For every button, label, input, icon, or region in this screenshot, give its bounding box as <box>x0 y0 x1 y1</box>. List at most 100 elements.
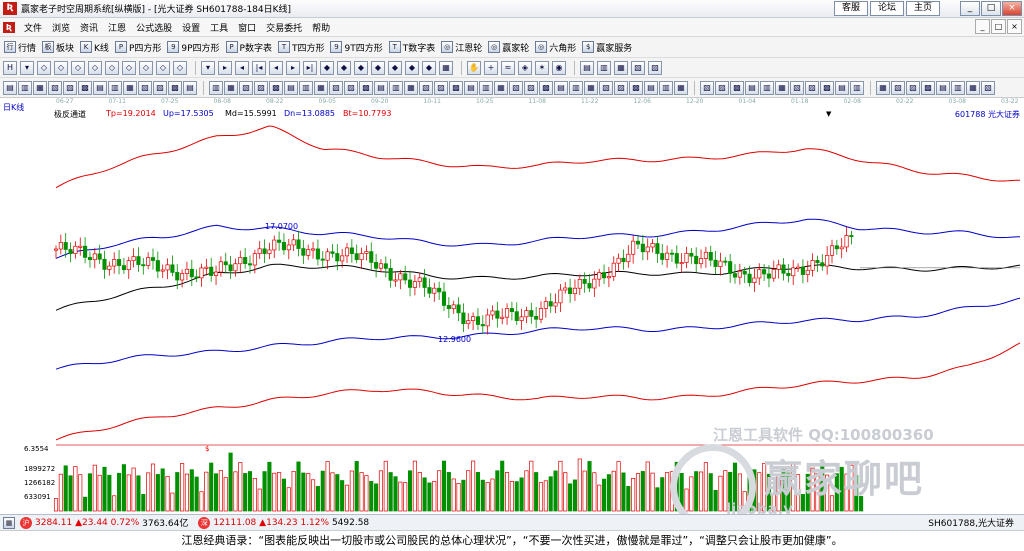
drawing-tool-icon[interactable]: ◇ <box>71 60 85 75</box>
drawing-tool-icon[interactable]: ◆ <box>371 60 385 75</box>
menu-window[interactable]: 窗口 <box>233 21 261 34</box>
tool-icon[interactable]: ▤ <box>3 80 17 95</box>
menu-settings[interactable]: 设置 <box>177 21 205 34</box>
tool-icon[interactable]: ▥ <box>18 80 32 95</box>
drawing-tool-icon[interactable]: ◉ <box>552 60 566 75</box>
tool-icon[interactable]: ▧ <box>419 80 433 95</box>
drawing-tool-icon[interactable]: ◇ <box>156 60 170 75</box>
forum-link[interactable]: 论坛 <box>870 1 904 16</box>
tool-icon[interactable]: ▨ <box>344 80 358 95</box>
tool-icon[interactable]: ▦ <box>966 80 980 95</box>
drawing-tool-icon[interactable]: ◆ <box>337 60 351 75</box>
mdi-close-button[interactable]: × <box>1007 19 1022 34</box>
tool-icon[interactable]: ▤ <box>554 80 568 95</box>
toolbar-button-0[interactable]: 行行情 <box>4 41 36 54</box>
tool-icon[interactable]: ▩ <box>539 80 553 95</box>
tool-icon[interactable]: ▦ <box>33 80 47 95</box>
menu-info[interactable]: 资讯 <box>75 21 103 34</box>
drawing-tool-icon[interactable]: ▤ <box>580 60 594 75</box>
tool-icon[interactable]: ▦ <box>674 80 688 95</box>
tool-icon[interactable]: ▥ <box>951 80 965 95</box>
tool-icon[interactable]: ▥ <box>850 80 864 95</box>
menu-tools[interactable]: 工具 <box>205 21 233 34</box>
toolbar-button-2[interactable]: K K线 <box>80 41 109 54</box>
menu-help[interactable]: 帮助 <box>307 21 335 34</box>
menu-formula[interactable]: 公式选股 <box>131 21 177 34</box>
tool-icon[interactable]: ▥ <box>299 80 313 95</box>
drawing-tool-icon[interactable]: ◇ <box>88 60 102 75</box>
drawing-tool-icon[interactable]: ◇ <box>105 60 119 75</box>
minimize-button[interactable]: _ <box>960 1 980 16</box>
toolbar-button-3[interactable]: P P四方形 <box>114 41 161 54</box>
tool-icon[interactable]: ▩ <box>820 80 834 95</box>
toolbar-button-5[interactable]: P P数字表 <box>225 41 272 54</box>
menu-browse[interactable]: 浏览 <box>47 21 75 34</box>
toolbar-button-7[interactable]: 9 9T四方形 <box>330 41 383 54</box>
drawing-tool-icon[interactable]: ◂ <box>235 60 249 75</box>
grid-icon[interactable]: ▦ <box>3 516 15 529</box>
tool-icon[interactable]: ▦ <box>314 80 328 95</box>
tool-icon[interactable]: ▩ <box>921 80 935 95</box>
tool-icon[interactable]: ▧ <box>599 80 613 95</box>
tool-icon[interactable]: ▦ <box>584 80 598 95</box>
tool-icon[interactable]: ▧ <box>700 80 714 95</box>
support-link[interactable]: 客服 <box>834 1 868 16</box>
drawing-tool-icon[interactable]: ◇ <box>122 60 136 75</box>
toolbar-button-11[interactable]: ◎ 六角形 <box>535 41 576 54</box>
home-link[interactable]: 主页 <box>906 1 940 16</box>
tool-icon[interactable]: ▨ <box>63 80 77 95</box>
maximize-button[interactable]: □ <box>981 1 1001 16</box>
tool-icon[interactable]: ▧ <box>981 80 995 95</box>
tool-icon[interactable]: ▨ <box>524 80 538 95</box>
tool-icon[interactable]: ▨ <box>434 80 448 95</box>
toolbar-button-4[interactable]: 9 9P四方形 <box>167 41 220 54</box>
drawing-tool-icon[interactable]: ▾ <box>20 60 34 75</box>
tool-icon[interactable]: ▦ <box>404 80 418 95</box>
drawing-tool-icon[interactable]: ✋ <box>467 60 481 75</box>
drawing-tool-icon[interactable]: ◆ <box>388 60 402 75</box>
drawing-tool-icon[interactable]: H <box>3 60 17 75</box>
tool-icon[interactable]: ▨ <box>715 80 729 95</box>
drawing-tool-icon[interactable]: ▸ <box>218 60 232 75</box>
tool-icon[interactable]: ▧ <box>329 80 343 95</box>
drawing-tool-icon[interactable]: ≈ <box>501 60 515 75</box>
tool-icon[interactable]: ▥ <box>108 80 122 95</box>
drawing-tool-icon[interactable]: ◆ <box>422 60 436 75</box>
toolbar-button-1[interactable]: 板板块 <box>42 41 74 54</box>
tool-icon[interactable]: ▨ <box>906 80 920 95</box>
tool-icon[interactable]: ▩ <box>359 80 373 95</box>
drawing-tool-icon[interactable]: ◈ <box>518 60 532 75</box>
drawing-tool-icon[interactable]: ▸| <box>303 60 317 75</box>
drawing-tool-icon[interactable]: ▸ <box>286 60 300 75</box>
close-button[interactable]: × <box>1002 1 1022 16</box>
tool-icon[interactable]: ▥ <box>659 80 673 95</box>
drawing-tool-icon[interactable]: ◇ <box>54 60 68 75</box>
tool-icon[interactable]: ▦ <box>123 80 137 95</box>
drawing-tool-icon[interactable]: ▨ <box>648 60 662 75</box>
tool-icon[interactable]: ▧ <box>239 80 253 95</box>
tool-icon[interactable]: ▤ <box>284 80 298 95</box>
drawing-tool-icon[interactable]: + <box>484 60 498 75</box>
tool-icon[interactable]: ▦ <box>224 80 238 95</box>
tool-icon[interactable]: ▤ <box>183 80 197 95</box>
tool-icon[interactable]: ▤ <box>644 80 658 95</box>
mdi-restore-button[interactable]: □ <box>991 19 1006 34</box>
tool-icon[interactable]: ▤ <box>374 80 388 95</box>
tool-icon[interactable]: ▩ <box>629 80 643 95</box>
tool-icon[interactable]: ▤ <box>93 80 107 95</box>
drawing-tool-icon[interactable]: ▦ <box>439 60 453 75</box>
tool-icon[interactable]: ▧ <box>509 80 523 95</box>
tool-icon[interactable]: ▤ <box>464 80 478 95</box>
tool-icon[interactable]: ▩ <box>449 80 463 95</box>
tool-icon[interactable]: ▥ <box>760 80 774 95</box>
tool-icon[interactable]: ▥ <box>569 80 583 95</box>
tool-icon[interactable]: ▨ <box>254 80 268 95</box>
tool-icon[interactable]: ▥ <box>389 80 403 95</box>
drawing-tool-icon[interactable]: ✶ <box>535 60 549 75</box>
drawing-tool-icon[interactable]: ◆ <box>320 60 334 75</box>
tool-icon[interactable]: ▩ <box>730 80 744 95</box>
drawing-tool-icon[interactable]: ▦ <box>614 60 628 75</box>
drawing-tool-icon[interactable]: ◆ <box>405 60 419 75</box>
menu-trade[interactable]: 交易委托 <box>261 21 307 34</box>
tool-icon[interactable]: ▥ <box>479 80 493 95</box>
